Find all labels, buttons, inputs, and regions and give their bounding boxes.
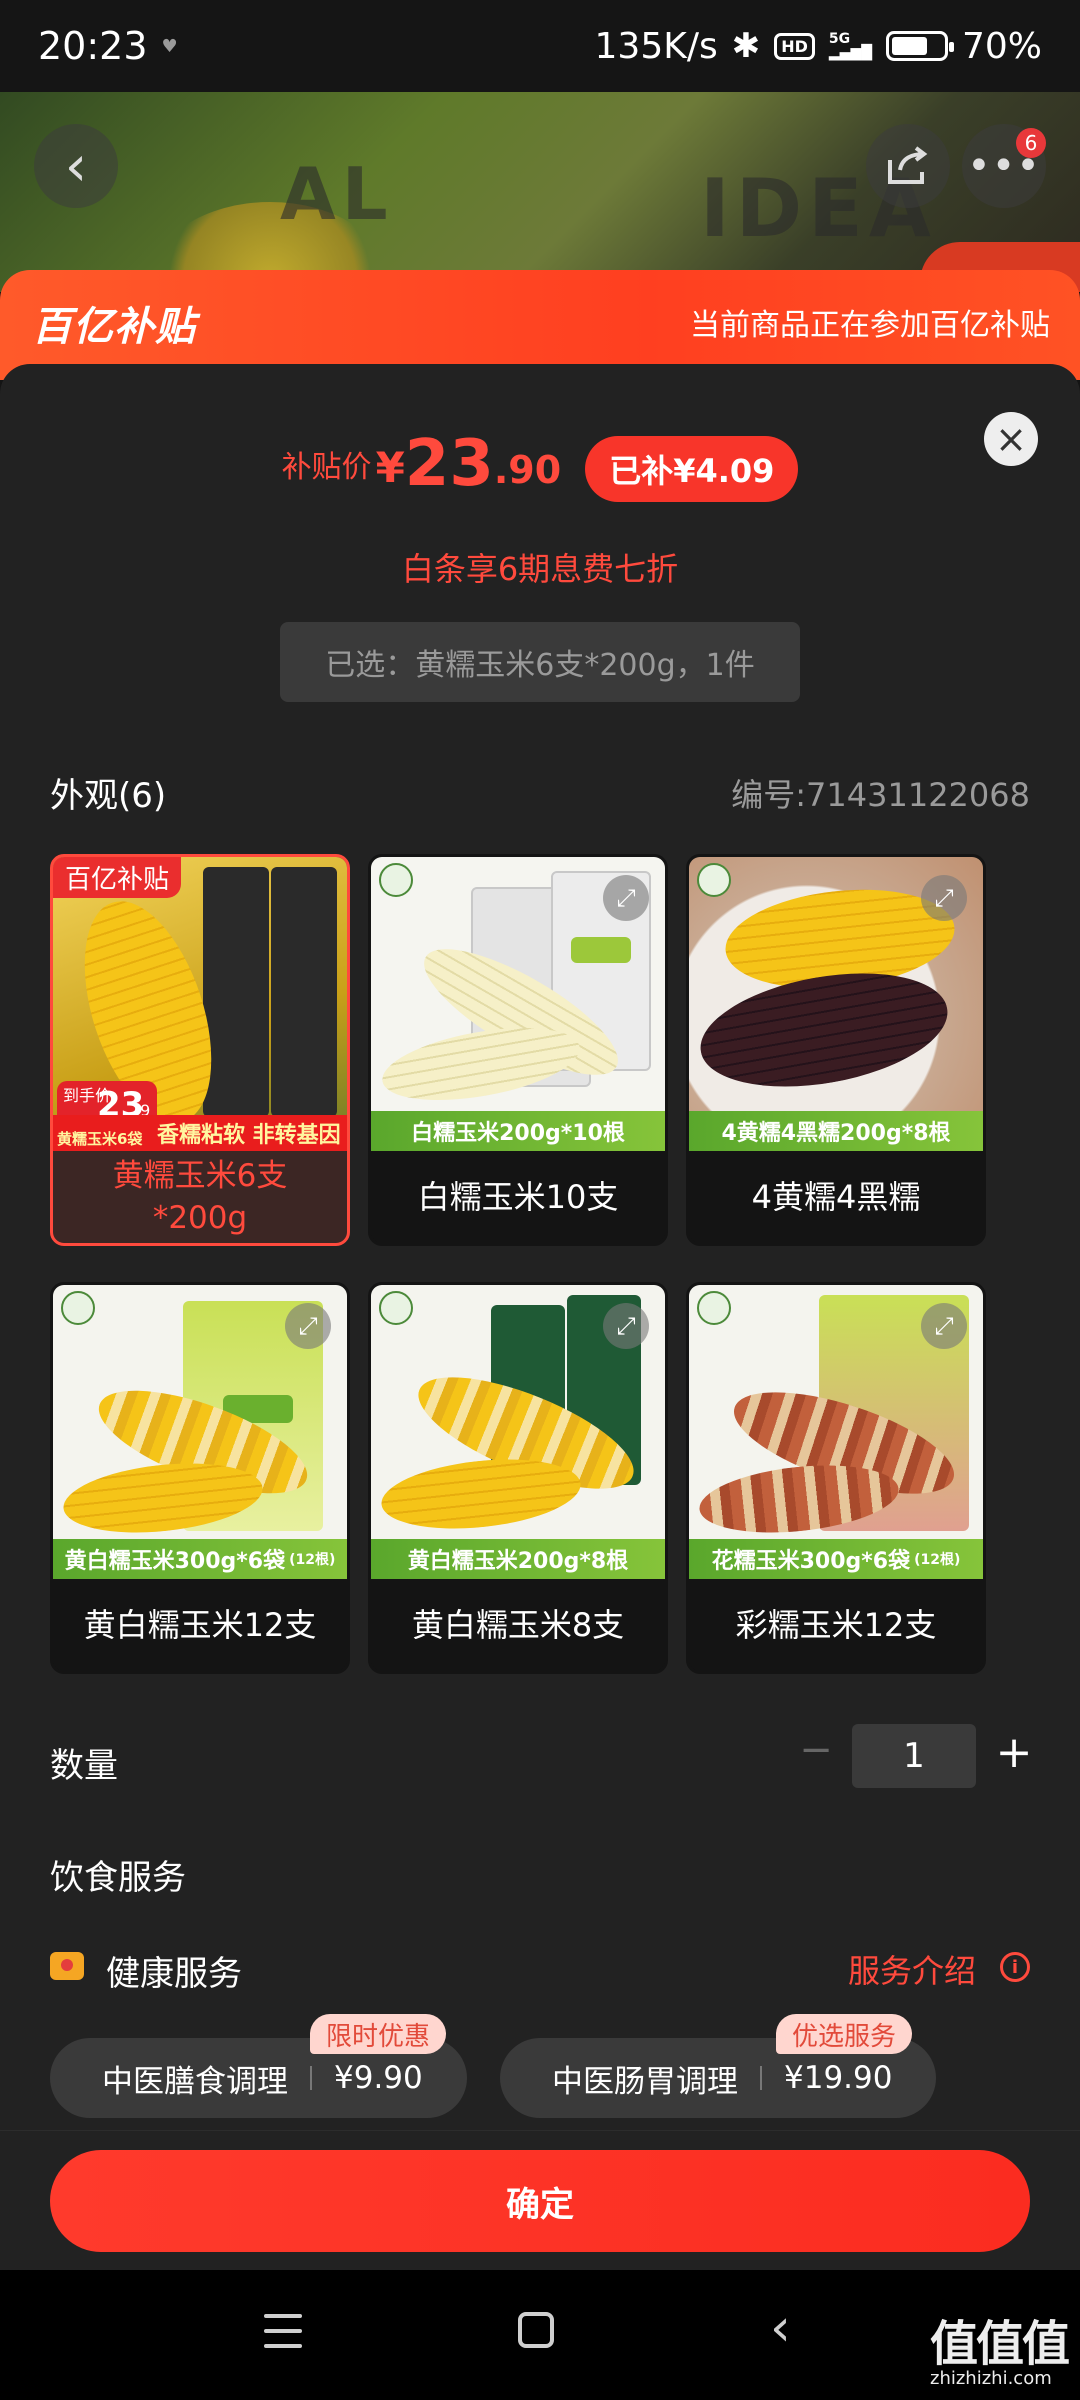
installment-offer[interactable]: 白条享6期息费七折 — [0, 544, 1080, 590]
option-image: ⤢ 4黄糯4黑糯200g*8根 — [689, 857, 983, 1151]
menu-icon[interactable] — [264, 2314, 302, 2348]
diet-service-title: 饮食服务 — [50, 1858, 186, 1898]
hd-icon: HD — [774, 32, 815, 60]
option-card[interactable]: ⤢ 白糯玉米200g*10根 白糯玉米10支 — [368, 854, 668, 1246]
option-label: 黄白糯玉米12支 — [83, 1606, 317, 1644]
option-card[interactable]: ⤢ 黄白糯玉米300g*6袋 (12根) 黄白糯玉米12支 — [50, 1282, 350, 1674]
pack-label: 黄糯玉米6袋 — [57, 1130, 143, 1148]
price-decimal: .90 — [493, 448, 562, 492]
expand-icon[interactable]: ⤢ — [603, 875, 649, 921]
status-time: 20:23 — [38, 24, 148, 68]
option-label: 4黄糯4黑糯 — [751, 1178, 921, 1216]
service-price: ¥19.90 — [784, 2060, 893, 2096]
chevron-left-icon: ‹ — [64, 133, 88, 199]
info-icon[interactable]: i — [1000, 1952, 1030, 1982]
brand-logo — [697, 1291, 731, 1325]
service-badge: 限时优惠 — [310, 2014, 447, 2054]
status-right: 135K/s ✱ HD 5G ▂▄▆█ 70% — [595, 26, 1042, 67]
option-label: 黄糯玉米6支 *200g — [112, 1158, 288, 1236]
price-row: 补贴价 ¥ 23 .90 已补¥4.09 — [0, 427, 1080, 502]
expand-icon[interactable]: ⤢ — [921, 1303, 967, 1349]
service-name: 中医肠胃调理 — [552, 2063, 738, 2100]
heart-icon: ♥ — [161, 35, 178, 57]
home-icon[interactable] — [518, 2312, 554, 2348]
subsidy-tag: 百亿补贴 — [53, 857, 182, 898]
share-button[interactable] — [866, 124, 950, 208]
bluetooth-icon: ✱ — [731, 26, 761, 66]
battery-fill — [891, 37, 927, 55]
quantity-decrement-button[interactable]: − — [794, 1727, 838, 1773]
subsidy-description: 当前商品正在参加百亿补贴 — [690, 308, 1050, 343]
option-label: 白糯玉米10支 — [417, 1178, 619, 1216]
option-image: 百亿补贴 到手价 23 .9 香糯粘软 非转基因 黄糯玉米6袋 — [53, 857, 347, 1151]
medical-kit-icon — [50, 1952, 84, 1980]
brand-logo — [697, 863, 731, 897]
watermark-url: zhizhizhi.com — [930, 2368, 1052, 2389]
sku-code: 编号:71431122068 — [731, 776, 1030, 814]
option-card[interactable]: ⤢ 黄白糯玉米200g*8根 黄白糯玉米8支 — [368, 1282, 668, 1674]
option-card[interactable]: ⤢ 4黄糯4黑糯200g*8根 4黄糯4黑糯 — [686, 854, 986, 1246]
signal-icon: 5G ▂▄▆█ — [828, 31, 872, 61]
option-strip: 4黄糯4黑糯200g*8根 — [689, 1111, 983, 1151]
quantity-increment-button[interactable]: + — [990, 1727, 1038, 1778]
watermark-logo: 值值值 — [930, 2316, 1070, 2372]
option-image: ⤢ 白糯玉米200g*10根 — [371, 857, 665, 1151]
service-name: 中医膳食调理 — [102, 2063, 288, 2100]
brand-logo — [379, 863, 413, 897]
service-price: ¥9.90 — [334, 2060, 423, 2096]
brand-logo — [379, 1291, 413, 1325]
service-intro-link[interactable]: 服务介绍 — [848, 1946, 976, 1992]
option-strip: 花糯玉米300g*6袋 (12根) — [689, 1539, 983, 1579]
expand-icon[interactable]: ⤢ — [603, 1303, 649, 1349]
quantity-value[interactable]: 1 — [852, 1724, 976, 1788]
subsidy-amount-badge: 已补¥4.09 — [585, 436, 799, 502]
option-image: ⤢ 黄白糯玉米200g*8根 — [371, 1285, 665, 1579]
service-badge: 优选服务 — [776, 2014, 913, 2054]
expand-icon[interactable]: ⤢ — [921, 875, 967, 921]
option-image: ⤢ 花糯玉米300g*6袋 (12根) — [689, 1285, 983, 1579]
expand-icon[interactable]: ⤢ — [285, 1303, 331, 1349]
option-strip: 白糯玉米200g*10根 — [371, 1111, 665, 1151]
notification-badge: 6 — [1016, 128, 1046, 158]
option-strip: 黄白糯玉米300g*6袋 (12根) — [53, 1539, 347, 1579]
subsidy-logo: 百亿补贴 — [32, 304, 196, 350]
appearance-title: 外观(6) — [50, 776, 167, 816]
back-button[interactable]: ‹ — [34, 124, 118, 208]
option-label: 黄白糯玉米8支 — [411, 1606, 625, 1644]
brand-logo — [61, 1291, 95, 1325]
option-card[interactable]: ⤢ 花糯玉米300g*6袋 (12根) 彩糯玉米12支 — [686, 1282, 986, 1674]
quantity-label: 数量 — [50, 1746, 118, 1786]
confirm-button[interactable]: 确定 — [50, 2150, 1030, 2252]
status-bar: 20:23 ♥ 135K/s ✱ HD 5G ▂▄▆█ 70% — [0, 0, 1080, 92]
option-label: 彩糯玉米12支 — [735, 1606, 937, 1644]
battery-percent: 70% — [961, 25, 1042, 67]
price-label: 补贴价 — [281, 450, 372, 485]
price-symbol: ¥ — [375, 443, 405, 492]
price-integer: 23 — [404, 427, 494, 501]
battery-icon — [885, 31, 954, 61]
selected-summary: 已选：黄糯玉米6支*200g，1件 — [280, 622, 800, 702]
net-speed: 135K/s — [594, 25, 718, 67]
hero-pack-text: AL — [280, 152, 394, 236]
share-icon — [888, 146, 928, 184]
option-strip: 黄白糯玉米200g*8根 — [371, 1539, 665, 1579]
back-nav-icon[interactable]: ‹ — [770, 2298, 791, 2358]
option-card[interactable]: 百亿补贴 到手价 23 .9 香糯粘软 非转基因 黄糯玉米6袋 黄糯玉米6支 *2… — [50, 854, 350, 1246]
health-service-title: 健康服务 — [106, 1954, 242, 1994]
option-image: ⤢ 黄白糯玉米300g*6袋 (12根) — [53, 1285, 347, 1579]
